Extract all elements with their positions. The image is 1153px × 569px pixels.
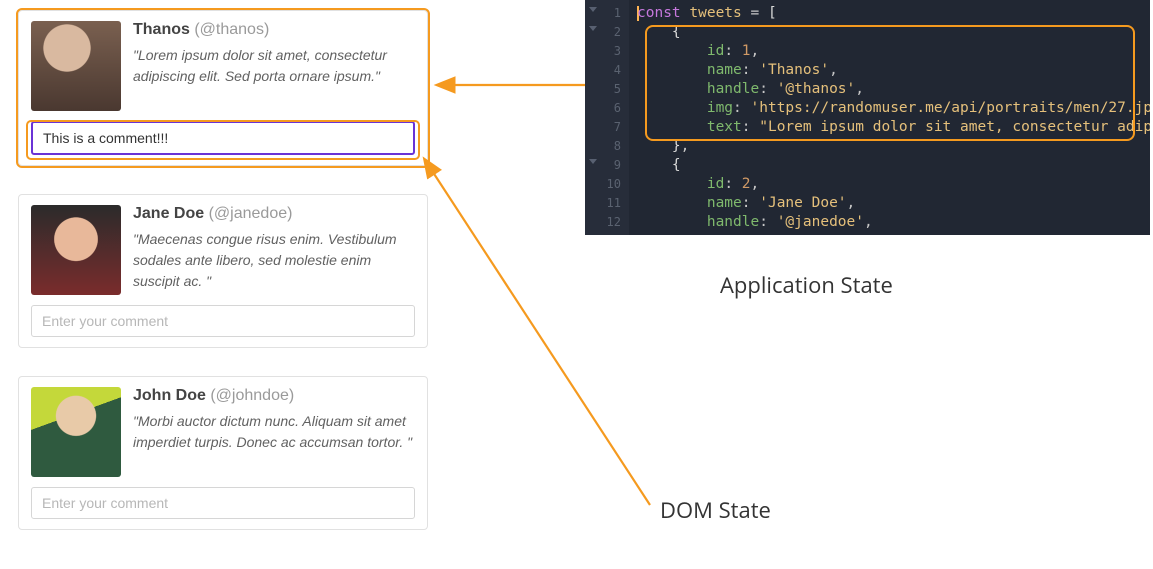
tweet-name: John Doe <box>133 387 206 404</box>
label-application-state: Application State <box>720 270 893 300</box>
label-dom-state: DOM State <box>660 495 771 525</box>
tweet-card: Thanos (@thanos) "Lorem ipsum dolor sit … <box>18 10 428 166</box>
tweet-body: John Doe (@johndoe) "Morbi auctor dictum… <box>31 387 415 477</box>
tweet-handle: (@johndoe) <box>210 387 294 404</box>
code-editor: 123456789101112 const tweets = [ { id: 1… <box>585 0 1150 235</box>
tweet-card: Jane Doe (@janedoe) "Maecenas congue ris… <box>18 194 428 348</box>
tweet-list: Thanos (@thanos) "Lorem ipsum dolor sit … <box>18 10 428 558</box>
tweet-text-block: Thanos (@thanos) "Lorem ipsum dolor sit … <box>133 21 415 111</box>
comment-input[interactable] <box>31 121 415 155</box>
code-gutter: 123456789101112 <box>585 0 629 235</box>
tweet-text-block: John Doe (@johndoe) "Morbi auctor dictum… <box>133 387 415 477</box>
tweet-heading: Thanos (@thanos) <box>133 21 415 39</box>
tweet-name: Jane Doe <box>133 205 204 222</box>
tweet-heading: John Doe (@johndoe) <box>133 387 415 405</box>
tweet-handle: (@janedoe) <box>209 205 293 222</box>
tweet-name: Thanos <box>133 21 190 38</box>
avatar <box>31 387 121 477</box>
tweet-heading: Jane Doe (@janedoe) <box>133 205 415 223</box>
avatar <box>31 21 121 111</box>
tweet-content: "Lorem ipsum dolor sit amet, consectetur… <box>133 45 415 87</box>
tweet-content: "Morbi auctor dictum nunc. Aliquam sit a… <box>133 411 415 453</box>
tweet-handle: (@thanos) <box>194 21 269 38</box>
tweet-card: John Doe (@johndoe) "Morbi auctor dictum… <box>18 376 428 530</box>
tweet-text-block: Jane Doe (@janedoe) "Maecenas congue ris… <box>133 205 415 295</box>
comment-input[interactable] <box>31 487 415 519</box>
tweet-body: Thanos (@thanos) "Lorem ipsum dolor sit … <box>31 21 415 111</box>
avatar <box>31 205 121 295</box>
tweet-content: "Maecenas congue risus enim. Vestibulum … <box>133 229 415 292</box>
comment-input[interactable] <box>31 305 415 337</box>
code-lines: const tweets = [ { id: 1, name: 'Thanos'… <box>637 4 1150 232</box>
tweet-body: Jane Doe (@janedoe) "Maecenas congue ris… <box>31 205 415 295</box>
